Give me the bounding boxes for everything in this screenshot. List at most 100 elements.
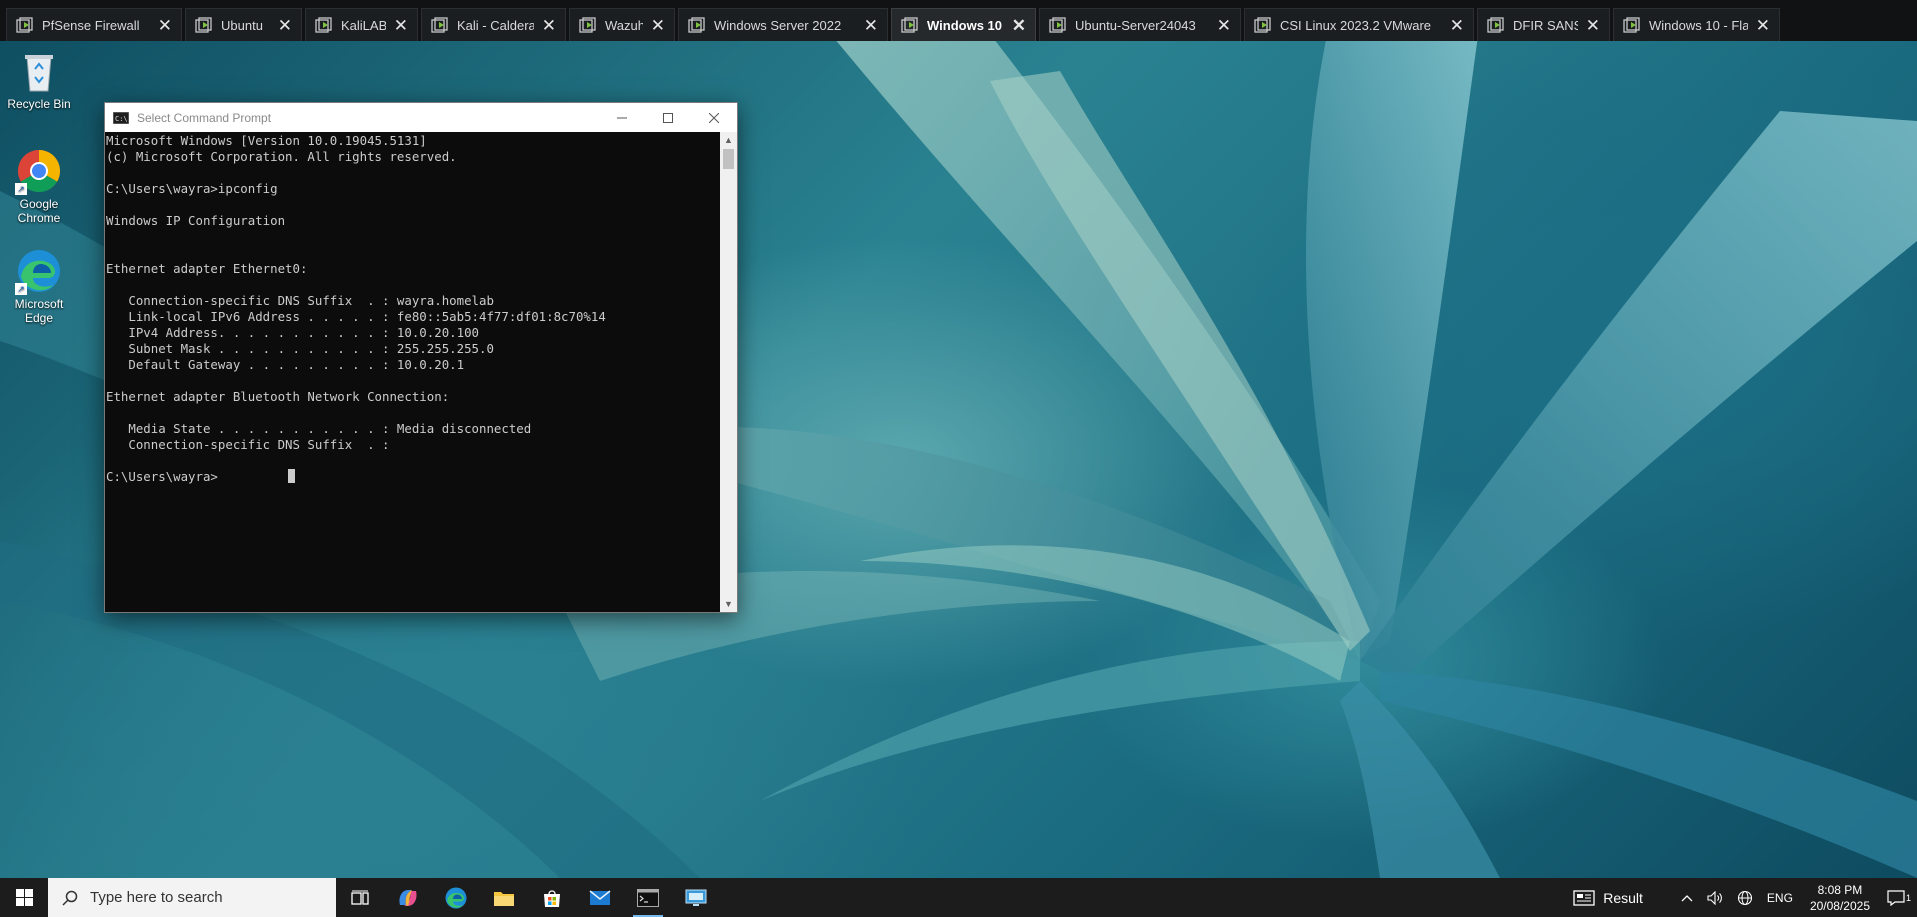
result-widget[interactable]: Result — [1566, 890, 1650, 906]
console-line: Subnet Mask . . . . . . . . . . . : 255.… — [106, 341, 494, 356]
vm-tab[interactable]: Ubuntu-Server24043 ✕ — [1039, 8, 1241, 41]
search-box[interactable]: Type here to search — [48, 878, 336, 917]
close-tab-icon[interactable]: ✕ — [1217, 17, 1231, 34]
vm-tab-label: CSI Linux 2023.2 VMware — [1280, 17, 1432, 33]
vertical-scrollbar[interactable]: ▲ ▼ — [720, 132, 737, 612]
vm-tab-label: Windows 10 - Flare — [1649, 17, 1748, 33]
vm-tab[interactable]: KaliLAB ✕ — [305, 8, 418, 41]
scroll-thumb[interactable] — [723, 149, 734, 169]
clock[interactable]: 8:08 PM 20/08/2025 — [1800, 882, 1880, 914]
result-icon — [1573, 889, 1595, 906]
console-line: Ethernet adapter Ethernet0: — [106, 261, 308, 276]
console-line: C:\Users\wayra>ipconfig — [106, 181, 278, 196]
vm-tab[interactable]: Kali - Caldera ✕ — [421, 8, 566, 41]
mail-icon — [589, 889, 611, 905]
window-titlebar[interactable]: C:\ Select Command Prompt — [105, 103, 737, 132]
console-prompt-line[interactable]: C:\Users\wayra> — [106, 469, 720, 485]
desktop: Recycle Bin ↗ Google Chrome ↗ Microsoft … — [0, 41, 1917, 878]
file-explorer-icon — [494, 891, 514, 906]
taskbar: Type here to search Result ENG 8:08 PM 2… — [0, 878, 1917, 917]
close-tab-icon[interactable]: ✕ — [542, 17, 556, 34]
vm-tab[interactable]: PfSense Firewall ✕ — [6, 8, 182, 41]
maximize-button[interactable] — [645, 103, 691, 132]
clock-date: 20/08/2025 — [1809, 898, 1870, 913]
vm-icon — [315, 16, 332, 33]
vm-icon — [1623, 16, 1640, 33]
vm-tab[interactable]: Windows 10 ✕ — [891, 8, 1036, 41]
windows-logo-icon — [15, 889, 33, 906]
vm-tab[interactable]: CSI Linux 2023.2 VMware ✕ — [1244, 8, 1474, 41]
maximize-icon — [663, 112, 673, 123]
globe-network-icon — [1737, 890, 1752, 905]
desktop-icon-microsoft-edge[interactable]: ↗ Microsoft Edge — [3, 247, 75, 325]
search-placeholder: Type here to search — [90, 889, 223, 906]
edge-icon: ↗ — [15, 247, 63, 295]
scroll-down-arrow[interactable]: ▼ — [720, 596, 737, 612]
console-line: Windows IP Configuration — [106, 213, 286, 228]
close-tab-icon[interactable]: ✕ — [651, 17, 665, 34]
vm-tab[interactable]: Wazuh ✕ — [569, 8, 675, 41]
close-tab-icon[interactable]: ✕ — [1012, 17, 1026, 34]
close-tab-icon[interactable]: ✕ — [394, 17, 408, 34]
microsoft-store-button[interactable] — [528, 878, 576, 917]
close-tab-icon[interactable]: ✕ — [864, 17, 878, 34]
vm-tab-label: Windows 10 — [927, 17, 1003, 33]
notification-center-button[interactable]: 1 — [1880, 889, 1917, 906]
copilot-icon — [399, 889, 417, 906]
console-line: Default Gateway . . . . . . . . . : 10.0… — [106, 357, 465, 372]
vm-tab-label: Ubuntu-Server24043 — [1075, 17, 1196, 33]
close-button[interactable] — [691, 103, 737, 132]
console-output[interactable]: Microsoft Windows [Version 10.0.19045.51… — [105, 132, 720, 612]
file-explorer-button[interactable] — [480, 878, 528, 917]
close-tab-icon[interactable]: ✕ — [1450, 17, 1464, 34]
close-tab-icon[interactable]: ✕ — [1756, 17, 1770, 34]
scroll-up-arrow[interactable]: ▲ — [720, 132, 737, 148]
vm-tab-label: Kali - Caldera — [457, 17, 534, 33]
close-tab-icon[interactable]: ✕ — [1586, 17, 1600, 34]
desktop-icon-label: Microsoft Edge — [14, 297, 64, 325]
vm-tab-label: Wazuh — [605, 17, 643, 33]
show-hidden-icons-button[interactable] — [1674, 894, 1700, 902]
vm-icon — [195, 16, 212, 33]
vm-tab[interactable]: Ubuntu ✕ — [185, 8, 302, 41]
command-prompt-window[interactable]: C:\ Select Command Prompt Microsoft Wind… — [104, 102, 738, 613]
console-prompt: C:\Users\wayra> — [106, 469, 218, 484]
mail-button[interactable] — [576, 878, 624, 917]
start-button[interactable] — [0, 878, 48, 917]
close-tab-icon[interactable]: ✕ — [278, 17, 292, 34]
svg-text:C:\: C:\ — [115, 115, 128, 123]
edge-taskbar-button[interactable] — [432, 878, 480, 917]
task-view-button[interactable] — [336, 878, 384, 917]
microsoft-store-icon — [544, 889, 560, 907]
minimize-button[interactable] — [599, 103, 645, 132]
vm-tab[interactable]: DFIR SANS ✕ — [1477, 8, 1610, 41]
desktop-icon-google-chrome[interactable]: ↗ Google Chrome — [3, 147, 75, 225]
desktop-icon-recycle-bin[interactable]: Recycle Bin — [3, 47, 75, 111]
console-line: Media State . . . . . . . . . . . : Medi… — [106, 421, 532, 436]
console-line: Link-local IPv6 Address . . . . . : fe80… — [106, 309, 606, 324]
language-indicator[interactable]: ENG — [1760, 891, 1800, 905]
vm-tab[interactable]: Windows Server 2022 ✕ — [678, 8, 888, 41]
chevron-up-icon — [1681, 894, 1693, 901]
text-cursor — [287, 469, 295, 483]
chrome-icon: ↗ — [15, 147, 63, 195]
edge-icon — [445, 887, 467, 908]
vm-icon — [688, 16, 705, 33]
copilot-button[interactable] — [384, 878, 432, 917]
recycle-bin-icon — [15, 47, 63, 95]
window-title: Select Command Prompt — [137, 110, 272, 125]
desktop-icon-label: Recycle Bin — [7, 97, 71, 111]
remote-desktop-button[interactable] — [672, 878, 720, 917]
vm-icon — [1049, 16, 1066, 33]
vm-tab[interactable]: Windows 10 - Flare ✕ — [1613, 8, 1780, 41]
command-prompt-taskbar-button[interactable] — [624, 878, 672, 917]
volume-button[interactable] — [1700, 890, 1730, 905]
close-tab-icon[interactable]: ✕ — [158, 17, 172, 34]
result-label: Result — [1603, 889, 1643, 906]
network-button[interactable] — [1730, 890, 1760, 906]
command-prompt-icon: C:\ — [113, 111, 129, 124]
